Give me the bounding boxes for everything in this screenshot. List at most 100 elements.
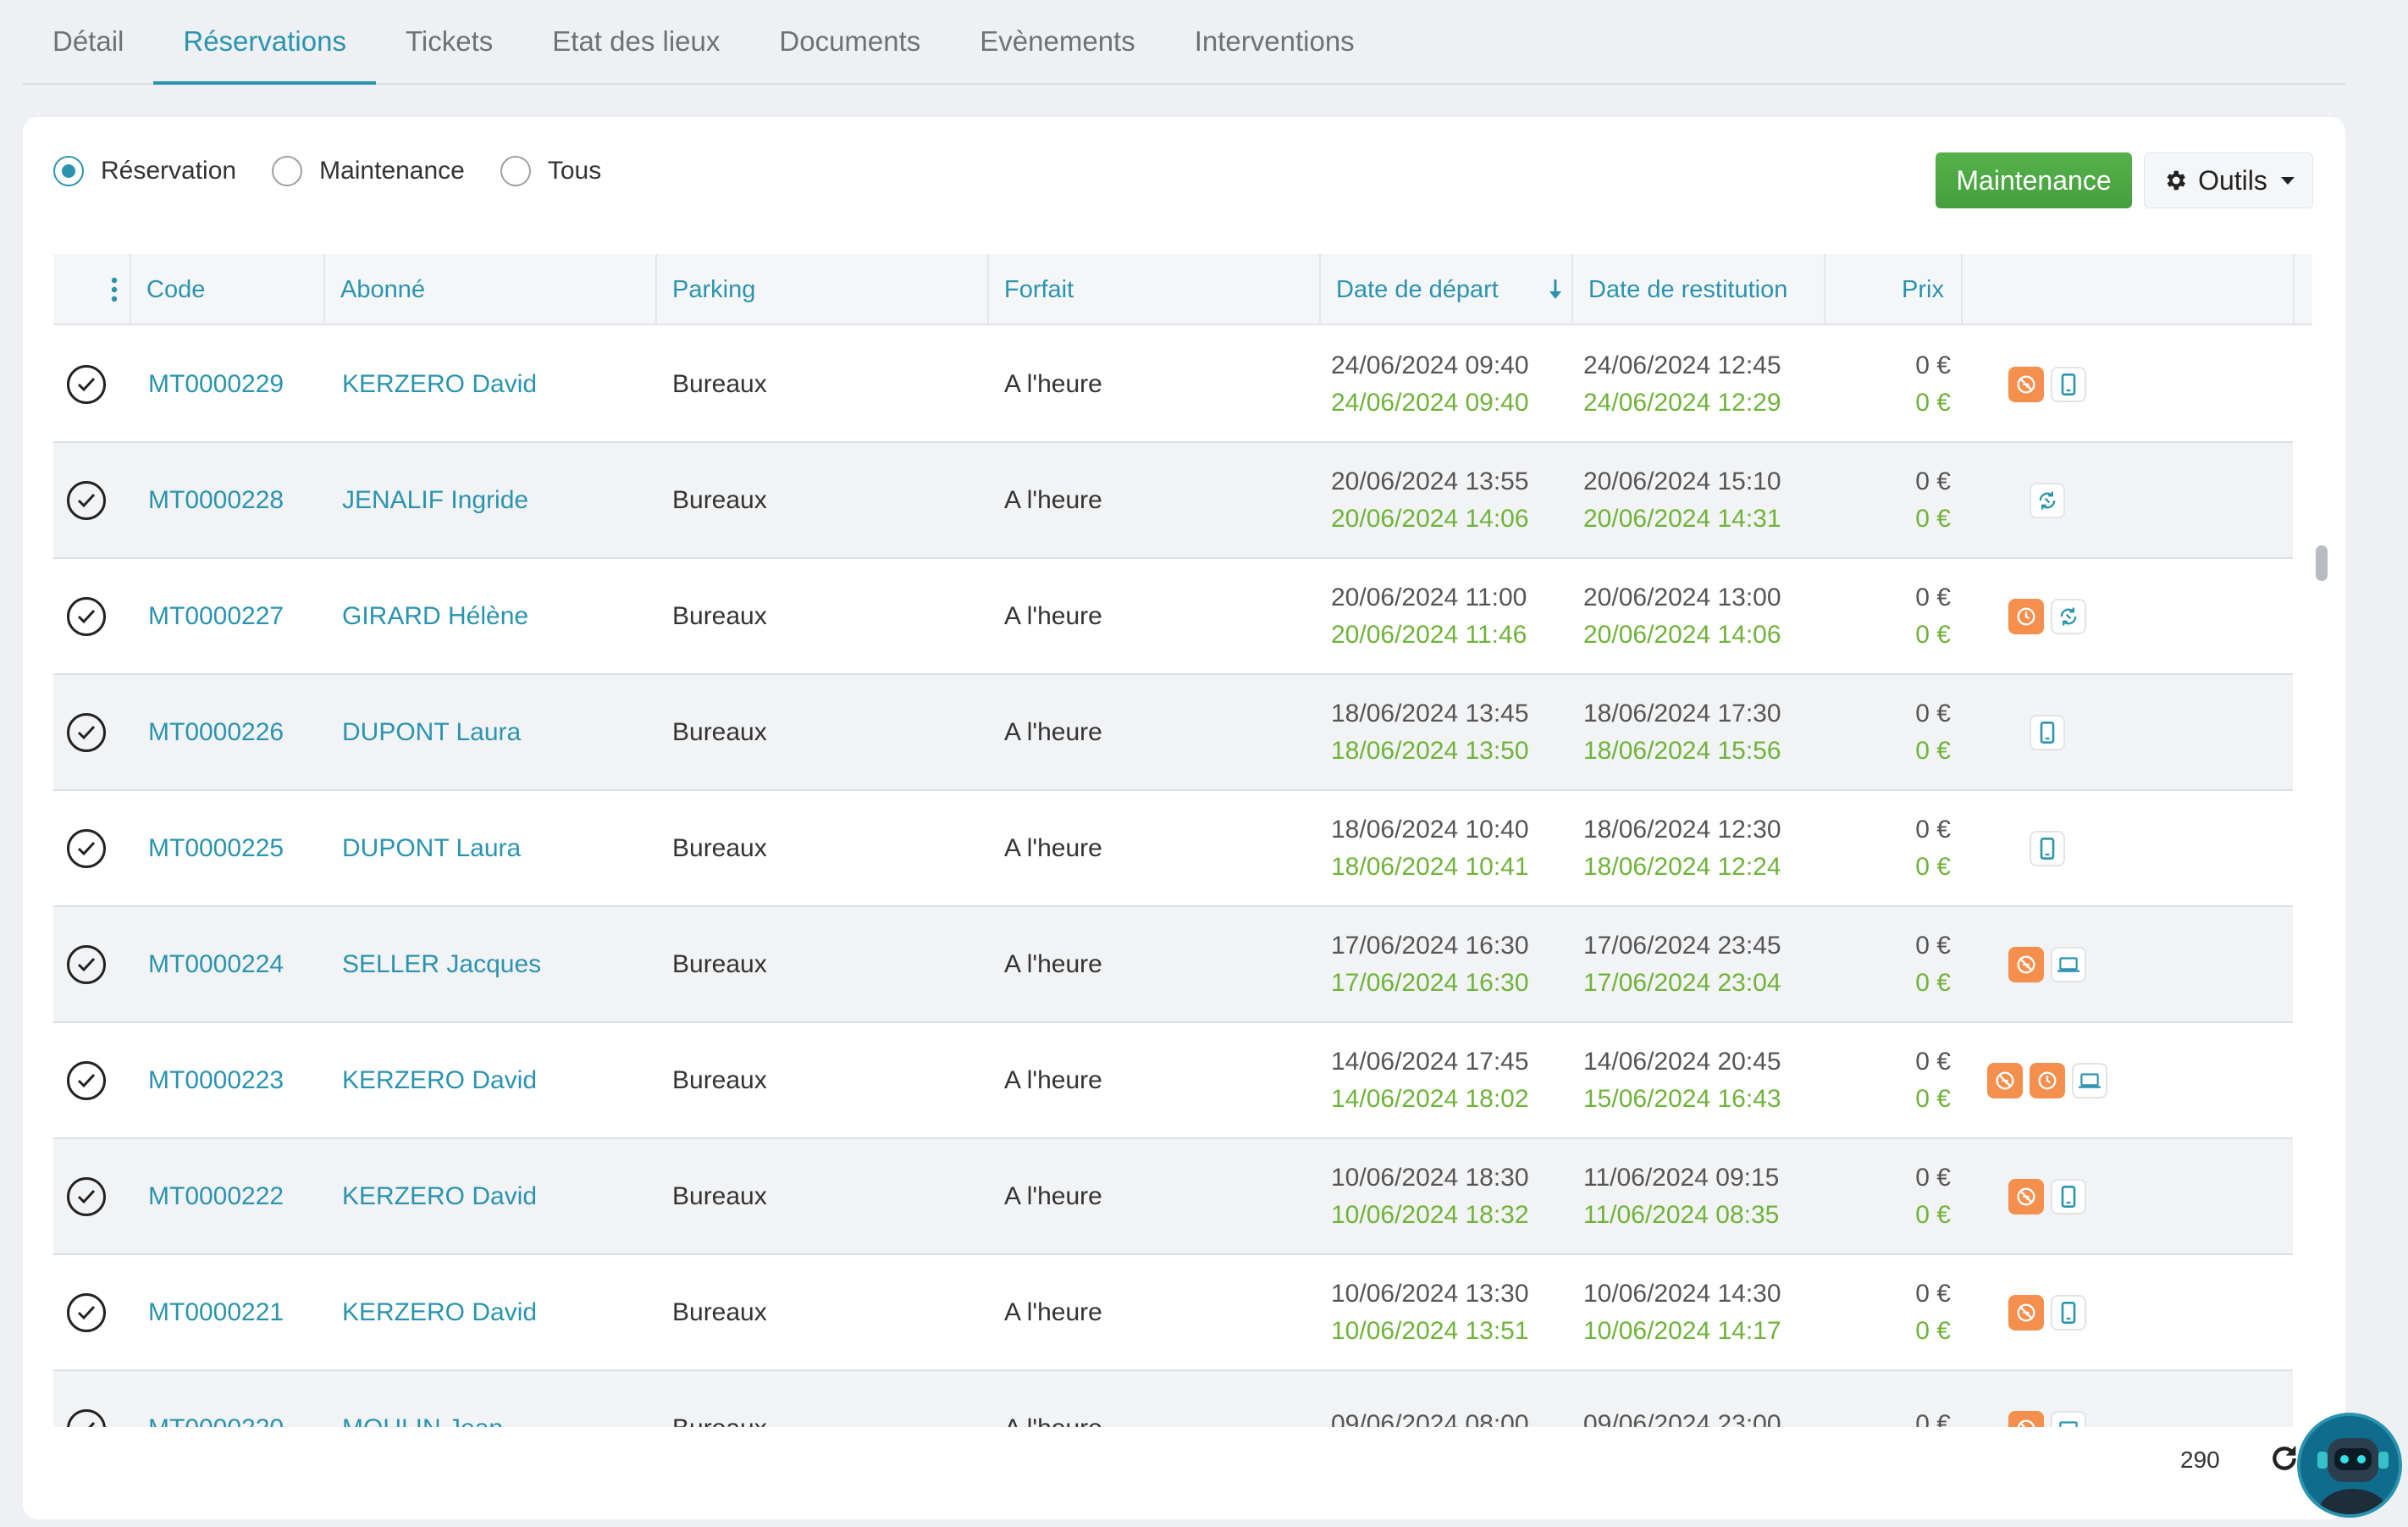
subscriber-link[interactable]: KERZERO David (342, 1066, 537, 1095)
table-row[interactable]: MT0000225 DUPONT Laura Bureaux A l'heure 18/… (53, 791, 2293, 907)
column-menu-icon[interactable] (53, 254, 131, 325)
tab-etat-des-lieux[interactable]: Etat des lieux (522, 0, 749, 83)
departure-planned: 24/06/2024 09:40 (1331, 351, 1529, 379)
sync-icon[interactable] (2030, 482, 2065, 518)
check-circle-icon (67, 1292, 106, 1332)
clock-icon[interactable] (2008, 598, 2044, 634)
reservation-code-link[interactable]: MT0000223 (148, 1066, 284, 1095)
column-header-departure[interactable]: Date de départ (1321, 254, 1573, 325)
reservation-code-link[interactable]: MT0000225 (148, 834, 284, 863)
tab-detail[interactable]: Détail (23, 0, 153, 83)
reservation-code-link[interactable]: MT0000220 (148, 1414, 284, 1428)
laptop-icon[interactable] (2072, 1062, 2107, 1098)
maintenance-button[interactable]: Maintenance (1936, 152, 2132, 208)
phone-icon[interactable] (2030, 830, 2065, 866)
filter-reservation[interactable]: Réservation (53, 156, 236, 186)
reservation-code-link[interactable]: MT0000221 (148, 1298, 284, 1327)
clock-icon[interactable] (2030, 1062, 2065, 1098)
table-row[interactable]: MT0000224 SELLER Jacques Bureaux A l'heure 1… (53, 907, 2293, 1023)
table-row[interactable]: MT0000227 GIRARD Hélène Bureaux A l'heure 20… (53, 559, 2293, 675)
sync-icon[interactable] (2051, 598, 2086, 634)
reservation-code-link[interactable]: MT0000227 (148, 602, 284, 631)
subscriber-link[interactable]: JENALIF Ingride (342, 486, 528, 515)
departure-planned-cell: 09/06/2024 08:00 (1321, 1371, 1573, 1428)
no-key-icon[interactable] (2008, 1294, 2044, 1331)
status-icons-cell (1963, 327, 2293, 441)
subscriber-link[interactable]: KERZERO David (342, 370, 537, 399)
subscriber-link[interactable]: DUPONT Laura (342, 718, 521, 747)
subscriber-link[interactable]: DUPONT Laura (342, 834, 521, 863)
subscriber-link[interactable]: KERZERO David (342, 1182, 537, 1211)
subscriber-link-cell: SELLER Jacques (325, 907, 657, 1021)
parking-name-cell: Bureaux (657, 791, 989, 905)
tab-documents[interactable]: Documents (749, 0, 950, 83)
reservation-code-link[interactable]: MT0000229 (148, 370, 284, 399)
plan-name-cell: A l'heure (989, 791, 1321, 905)
reservation-code-link[interactable]: MT0000222 (148, 1182, 284, 1211)
filter-maintenance[interactable]: Maintenance (272, 156, 465, 186)
parking-name-cell: Bureaux (657, 327, 989, 441)
table-row[interactable]: MT0000223 KERZERO David Bureaux A l'heure 14… (53, 1023, 2293, 1139)
table-row[interactable]: MT0000222 KERZERO David Bureaux A l'heure 10… (53, 1139, 2293, 1255)
column-header-price[interactable]: Prix (1825, 254, 1963, 325)
parking-name-cell: Bureaux (657, 443, 989, 557)
price-planned: 0 € (1915, 1163, 1951, 1192)
tab-evenements[interactable]: Evènements (950, 0, 1164, 83)
status-icons-cell (1963, 443, 2293, 557)
status-icons-cell (1963, 1023, 2293, 1137)
subscriber-link[interactable]: KERZERO David (342, 1298, 537, 1327)
tab-interventions[interactable]: Interventions (1165, 0, 1384, 83)
phone-icon[interactable] (2030, 714, 2065, 750)
plan-name-cell: A l'heure (989, 1255, 1321, 1369)
radio-button[interactable] (53, 156, 84, 186)
no-key-icon[interactable] (2008, 1178, 2044, 1214)
plan-name: A l'heure (1004, 485, 1102, 514)
table-row[interactable]: MT0000221 KERZERO David Bureaux A l'heure 10… (53, 1255, 2293, 1371)
check-circle-icon (67, 944, 106, 984)
table-row[interactable]: MT0000220 MOULIN Jean Bureaux A l'heure 09/0… (53, 1371, 2293, 1427)
price-actual: 0 € (1915, 968, 1951, 997)
reservation-code-link-cell: MT0000221 (131, 1255, 325, 1369)
tools-dropdown-button[interactable]: Outils (2144, 152, 2313, 208)
parking-name: Bureaux (672, 1181, 767, 1210)
price-planned-cell: 0 €0 € (1825, 1023, 1963, 1137)
return-planned-cell: 14/06/2024 20:45 15/06/2024 16:43 (1573, 1023, 1825, 1137)
table-row[interactable]: MT0000228 JENALIF Ingride Bureaux A l'heure… (53, 443, 2293, 559)
tab-tickets[interactable]: Tickets (376, 0, 522, 83)
reservations-card: Réservation Maintenance Tous Maintenance O… (23, 117, 2345, 1519)
radio-button[interactable] (500, 156, 531, 186)
column-header-subscriber[interactable]: Abonné (325, 254, 657, 325)
tab-reservations[interactable]: Réservations (153, 0, 376, 85)
departure-planned-cell: 10/06/2024 18:30 10/06/2024 18:32 (1321, 1139, 1573, 1253)
no-key-icon[interactable] (2008, 1410, 2044, 1427)
subscriber-link-cell: KERZERO David (325, 327, 657, 441)
refresh-icon[interactable] (2267, 1441, 2301, 1475)
table-row[interactable]: MT0000226 DUPONT Laura Bureaux A l'heure 18/… (53, 675, 2293, 791)
table-scrollbar[interactable] (2316, 545, 2328, 581)
radio-button[interactable] (272, 156, 303, 186)
column-header-code[interactable]: Code (131, 254, 325, 325)
phone-icon[interactable] (2051, 1294, 2086, 1331)
sort-desc-icon[interactable] (1548, 278, 1563, 302)
no-key-icon[interactable] (2008, 366, 2044, 402)
subscriber-link[interactable]: GIRARD Hélène (342, 602, 528, 631)
phone-icon[interactable] (2051, 1178, 2086, 1214)
phone-icon[interactable] (2051, 366, 2086, 402)
laptop-icon[interactable] (2051, 1410, 2086, 1427)
reservation-code-link[interactable]: MT0000224 (148, 950, 284, 979)
no-key-icon[interactable] (1987, 1062, 2023, 1098)
column-header-return[interactable]: Date de restitution (1573, 254, 1825, 325)
laptop-icon[interactable] (2051, 946, 2086, 982)
table-row[interactable]: MT0000229 KERZERO David Bureaux A l'heure 24… (53, 327, 2293, 443)
column-header-plan[interactable]: Forfait (989, 254, 1321, 325)
filter-tous[interactable]: Tous (500, 156, 601, 186)
return-planned-cell: 20/06/2024 15:10 20/06/2024 14:31 (1573, 443, 1825, 557)
reservation-code-link[interactable]: MT0000228 (148, 486, 284, 515)
no-key-icon[interactable] (2008, 946, 2044, 982)
subscriber-link[interactable]: SELLER Jacques (342, 950, 541, 979)
column-header-parking[interactable]: Parking (657, 254, 989, 325)
subscriber-link[interactable]: MOULIN Jean (342, 1414, 503, 1428)
plan-name: A l'heure (1004, 1181, 1102, 1210)
assistant-bot-avatar[interactable] (2297, 1413, 2402, 1518)
reservation-code-link[interactable]: MT0000226 (148, 718, 284, 747)
